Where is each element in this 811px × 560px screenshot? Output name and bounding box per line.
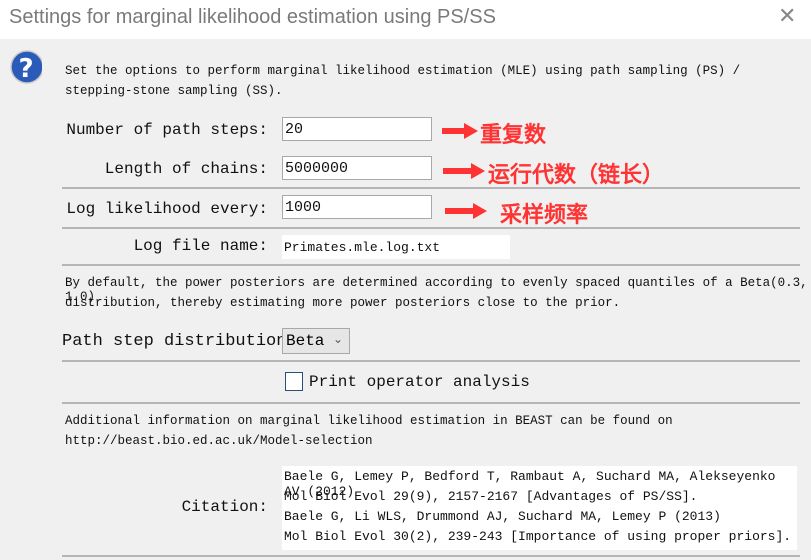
question-icon: ? (10, 50, 42, 84)
annotation-log-every: 采样频率 (500, 203, 589, 228)
info-line-1: Additional information on marginal likel… (65, 414, 673, 428)
log-every-label: Log likelihood every: (66, 200, 268, 218)
annotation-arrow (443, 163, 485, 179)
close-icon[interactable]: ✕ (778, 4, 796, 29)
intro-line-1: Set the options to perform marginal like… (65, 64, 741, 78)
citation-label: Citation: (181, 498, 268, 516)
separator (62, 264, 800, 266)
annotation-chain-length: 运行代数（链长） (488, 163, 665, 188)
separator (62, 187, 800, 189)
annotation-arrow (442, 123, 478, 139)
chevron-down-icon: ⌄ (333, 332, 344, 346)
chain-length-label: Length of chains: (104, 160, 268, 178)
distribution-value: Beta (286, 332, 325, 350)
log-file-input[interactable] (282, 235, 510, 259)
path-steps-label: Number of path steps: (66, 121, 268, 139)
separator (62, 402, 800, 404)
chain-length-input[interactable] (282, 156, 432, 180)
svg-text:?: ? (18, 54, 33, 84)
citation-line: Baele G, Li WLS, Drummond AJ, Suchard MA… (284, 509, 721, 524)
print-operator-label[interactable]: Print operator analysis (309, 373, 530, 391)
distribution-select[interactable]: Beta ⌄ (282, 328, 350, 354)
intro-line-2: stepping-stone sampling (SS). (65, 84, 283, 98)
path-steps-input[interactable] (282, 117, 432, 141)
window-title: Settings for marginal likelihood estimat… (9, 6, 496, 28)
default-note-line-2: distribution, thereby estimating more po… (65, 296, 621, 310)
citation-line: Mol Biol Evol 29(9), 2157-2167 [Advantag… (284, 489, 698, 504)
annotation-arrow (445, 203, 487, 219)
annotation-path-steps: 重复数 (480, 123, 547, 148)
separator (62, 360, 800, 362)
print-operator-checkbox[interactable] (285, 372, 303, 391)
separator (62, 555, 800, 557)
log-every-input[interactable] (282, 195, 432, 219)
citation-text: Baele G, Lemey P, Bedford T, Rambaut A, … (282, 466, 797, 550)
separator (62, 227, 800, 229)
citation-line: Mol Biol Evol 30(2), 239-243 [Importance… (284, 529, 792, 544)
info-link[interactable]: http://beast.bio.ed.ac.uk/Model-selectio… (65, 434, 373, 448)
log-file-label: Log file name: (133, 237, 268, 255)
distribution-label: Path step distribution: (62, 332, 297, 351)
